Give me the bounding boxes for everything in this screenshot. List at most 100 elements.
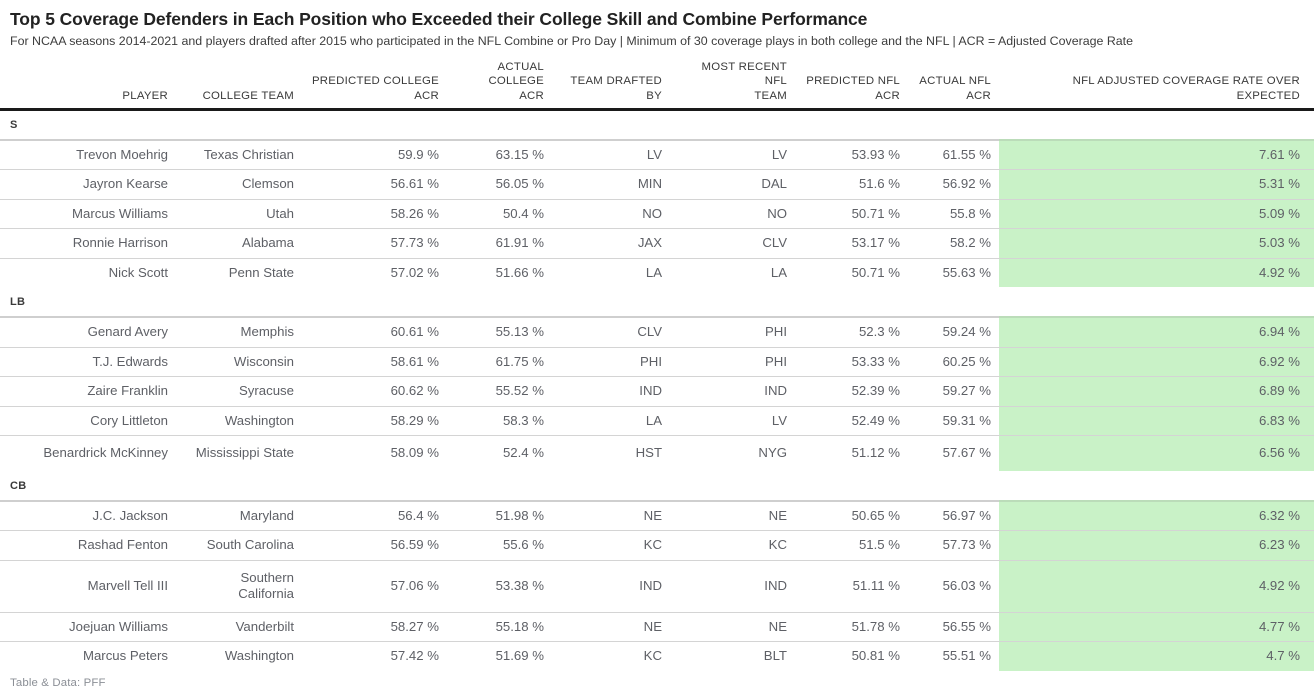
- cell-actual-college-acr: 51.66 %: [447, 257, 552, 288]
- cell-predicted-college-acr: 58.09 %: [302, 435, 447, 471]
- cell-predicted-nfl-acr: 51.6 %: [795, 169, 908, 200]
- cell-player: Genard Avery: [0, 316, 176, 348]
- position-group-label: S: [0, 109, 1314, 140]
- cell-predicted-college-acr: 59.9 %: [302, 138, 447, 170]
- title-block: Top 5 Coverage Defenders in Each Positio…: [0, 0, 1314, 49]
- cell-nfl-acr-over-expected: 6.56 %: [999, 435, 1314, 471]
- cell-predicted-college-acr: 57.42 %: [302, 641, 447, 671]
- cell-player: Ronnie Harrison: [0, 228, 176, 259]
- table-row[interactable]: Marcus Peters Washington 57.42 % 51.69 % KC B…: [0, 641, 1314, 671]
- table-row[interactable]: Jayron Kearse Clemson 56.61 % 56.05 % MIN DAL…: [0, 169, 1314, 200]
- header-line-2: TEAM: [754, 89, 787, 102]
- table-row[interactable]: Ronnie Harrison Alabama 57.73 % 61.91 % JAX C…: [0, 228, 1314, 259]
- cell-player: Zaire Franklin: [0, 376, 176, 407]
- table-row[interactable]: Nick Scott Penn State 57.02 % 51.66 % LA LA 50…: [0, 257, 1314, 288]
- cell-nfl-acr-over-expected: 5.31 %: [999, 169, 1314, 200]
- column-header-predicted-college-acr[interactable]: PREDICTED COLLEGE ACR: [302, 60, 447, 111]
- cell-nfl-acr-over-expected: 6.32 %: [999, 499, 1314, 531]
- cell-team-drafted-by: NE: [552, 611, 670, 642]
- cell-predicted-nfl-acr: 53.17 %: [795, 228, 908, 259]
- header-line-1: TEAM DRAFTED: [570, 75, 662, 88]
- cell-team-drafted-by: NO: [552, 198, 670, 229]
- cell-nfl-acr-over-expected: 6.92 %: [999, 346, 1314, 377]
- cell-nfl-acr-over-expected: 5.03 %: [999, 228, 1314, 259]
- source-note: Table & Data: PFF: [10, 676, 106, 689]
- cell-player: Rashad Fenton: [0, 530, 176, 561]
- column-header-team-drafted-by[interactable]: TEAM DRAFTED BY: [552, 60, 670, 111]
- header-line-2: ACR: [414, 89, 439, 102]
- cell-team-drafted-by: KC: [552, 530, 670, 561]
- cell-most-recent-nfl-team: PHI: [670, 346, 795, 377]
- header-line-2: COLLEGE TEAM: [202, 89, 294, 102]
- cell-predicted-nfl-acr: 53.33 %: [795, 346, 908, 377]
- cell-predicted-nfl-acr: 51.78 %: [795, 611, 908, 642]
- cell-actual-college-acr: 55.52 %: [447, 376, 552, 407]
- cell-college-team: Maryland: [176, 499, 302, 531]
- column-header-most-recent-nfl-team[interactable]: MOST RECENT NFL TEAM: [670, 60, 795, 111]
- cell-player: J.C. Jackson: [0, 499, 176, 531]
- cell-most-recent-nfl-team: CLV: [670, 228, 795, 259]
- table-row[interactable]: Marcus Williams Utah 58.26 % 50.4 % NO NO 50.7…: [0, 198, 1314, 229]
- column-header-nfl-acr-over-expected[interactable]: NFL ADJUSTED COVERAGE RATE OVER EXPECTED: [999, 60, 1314, 111]
- cell-actual-college-acr: 52.4 %: [447, 435, 552, 471]
- header-line-1: PREDICTED NFL: [806, 75, 900, 88]
- cell-nfl-acr-over-expected: 7.61 %: [999, 138, 1314, 170]
- header-line-1: NFL ADJUSTED COVERAGE RATE OVER: [1072, 75, 1300, 88]
- cell-actual-college-acr: 53.38 %: [447, 559, 552, 613]
- header-line-1: MOST RECENT NFL: [701, 61, 787, 88]
- table-page: Top 5 Coverage Defenders in Each Positio…: [0, 0, 1314, 689]
- column-header-player[interactable]: PLAYER: [0, 60, 176, 111]
- cell-team-drafted-by: NE: [552, 499, 670, 531]
- cell-actual-college-acr: 58.3 %: [447, 405, 552, 436]
- cell-predicted-college-acr: 60.62 %: [302, 376, 447, 407]
- cell-player: Marcus Williams: [0, 198, 176, 229]
- cell-actual-college-acr: 61.91 %: [447, 228, 552, 259]
- header-line-2: PLAYER: [122, 89, 168, 102]
- cell-college-team: Alabama: [176, 228, 302, 259]
- cell-college-team: Penn State: [176, 257, 302, 288]
- cell-team-drafted-by: PHI: [552, 346, 670, 377]
- cell-actual-nfl-acr: 59.31 %: [908, 405, 999, 436]
- cell-college-team: Wisconsin: [176, 346, 302, 377]
- cell-actual-nfl-acr: 58.2 %: [908, 228, 999, 259]
- table-row[interactable]: Joejuan Williams Vanderbilt 58.27 % 55.18 %…: [0, 611, 1314, 642]
- table-row[interactable]: Rashad Fenton South Carolina 56.59 % 55.6 %…: [0, 530, 1314, 561]
- cell-player: T.J. Edwards: [0, 346, 176, 377]
- position-group-header: CB: [0, 470, 1314, 501]
- cell-actual-nfl-acr: 59.24 %: [908, 316, 999, 348]
- cell-nfl-acr-over-expected: 4.92 %: [999, 257, 1314, 288]
- table-row[interactable]: Genard Avery Memphis 60.61 % 55.13 % CLV PHI 5…: [0, 316, 1314, 348]
- cell-college-team: Clemson: [176, 169, 302, 200]
- table-row[interactable]: Marvell Tell III Southern California 57.06…: [0, 559, 1314, 613]
- cell-nfl-acr-over-expected: 6.23 %: [999, 530, 1314, 561]
- column-header-college-team[interactable]: COLLEGE TEAM: [176, 60, 302, 111]
- header-line-2: ACR: [966, 89, 991, 102]
- cell-most-recent-nfl-team: LA: [670, 257, 795, 288]
- cell-actual-nfl-acr: 55.63 %: [908, 257, 999, 288]
- table-row[interactable]: Benardrick McKinney Mississippi State 58.0…: [0, 435, 1314, 471]
- cell-most-recent-nfl-team: KC: [670, 530, 795, 561]
- cell-actual-college-acr: 55.13 %: [447, 316, 552, 348]
- table-row[interactable]: J.C. Jackson Maryland 56.4 % 51.98 % NE NE 50.…: [0, 499, 1314, 531]
- cell-predicted-nfl-acr: 50.71 %: [795, 257, 908, 288]
- table-row[interactable]: Zaire Franklin Syracuse 60.62 % 55.52 % IND I…: [0, 376, 1314, 407]
- cell-college-team: Washington: [176, 641, 302, 671]
- cell-college-team: Vanderbilt: [176, 611, 302, 642]
- column-header-actual-college-acr[interactable]: ACTUAL COLLEGE ACR: [447, 60, 552, 111]
- cell-most-recent-nfl-team: LV: [670, 405, 795, 436]
- table-row[interactable]: Cory Littleton Washington 58.29 % 58.3 % LA L…: [0, 405, 1314, 436]
- cell-predicted-college-acr: 56.61 %: [302, 169, 447, 200]
- cell-actual-nfl-acr: 61.55 %: [908, 138, 999, 170]
- cell-nfl-acr-over-expected: 4.7 %: [999, 641, 1314, 671]
- cell-most-recent-nfl-team: IND: [670, 376, 795, 407]
- cell-predicted-nfl-acr: 51.11 %: [795, 559, 908, 613]
- cell-actual-college-acr: 63.15 %: [447, 138, 552, 170]
- cell-player: Marvell Tell III: [0, 559, 176, 613]
- table-row[interactable]: Trevon Moehrig Texas Christian 59.9 % 63.15…: [0, 138, 1314, 170]
- column-header-actual-nfl-acr[interactable]: ACTUAL NFL ACR: [908, 60, 999, 111]
- cell-predicted-college-acr: 58.61 %: [302, 346, 447, 377]
- position-group-header: S: [0, 109, 1314, 140]
- column-header-predicted-nfl-acr[interactable]: PREDICTED NFL ACR: [795, 60, 908, 111]
- cell-actual-nfl-acr: 55.8 %: [908, 198, 999, 229]
- table-row[interactable]: T.J. Edwards Wisconsin 58.61 % 61.75 % PHI PH…: [0, 346, 1314, 377]
